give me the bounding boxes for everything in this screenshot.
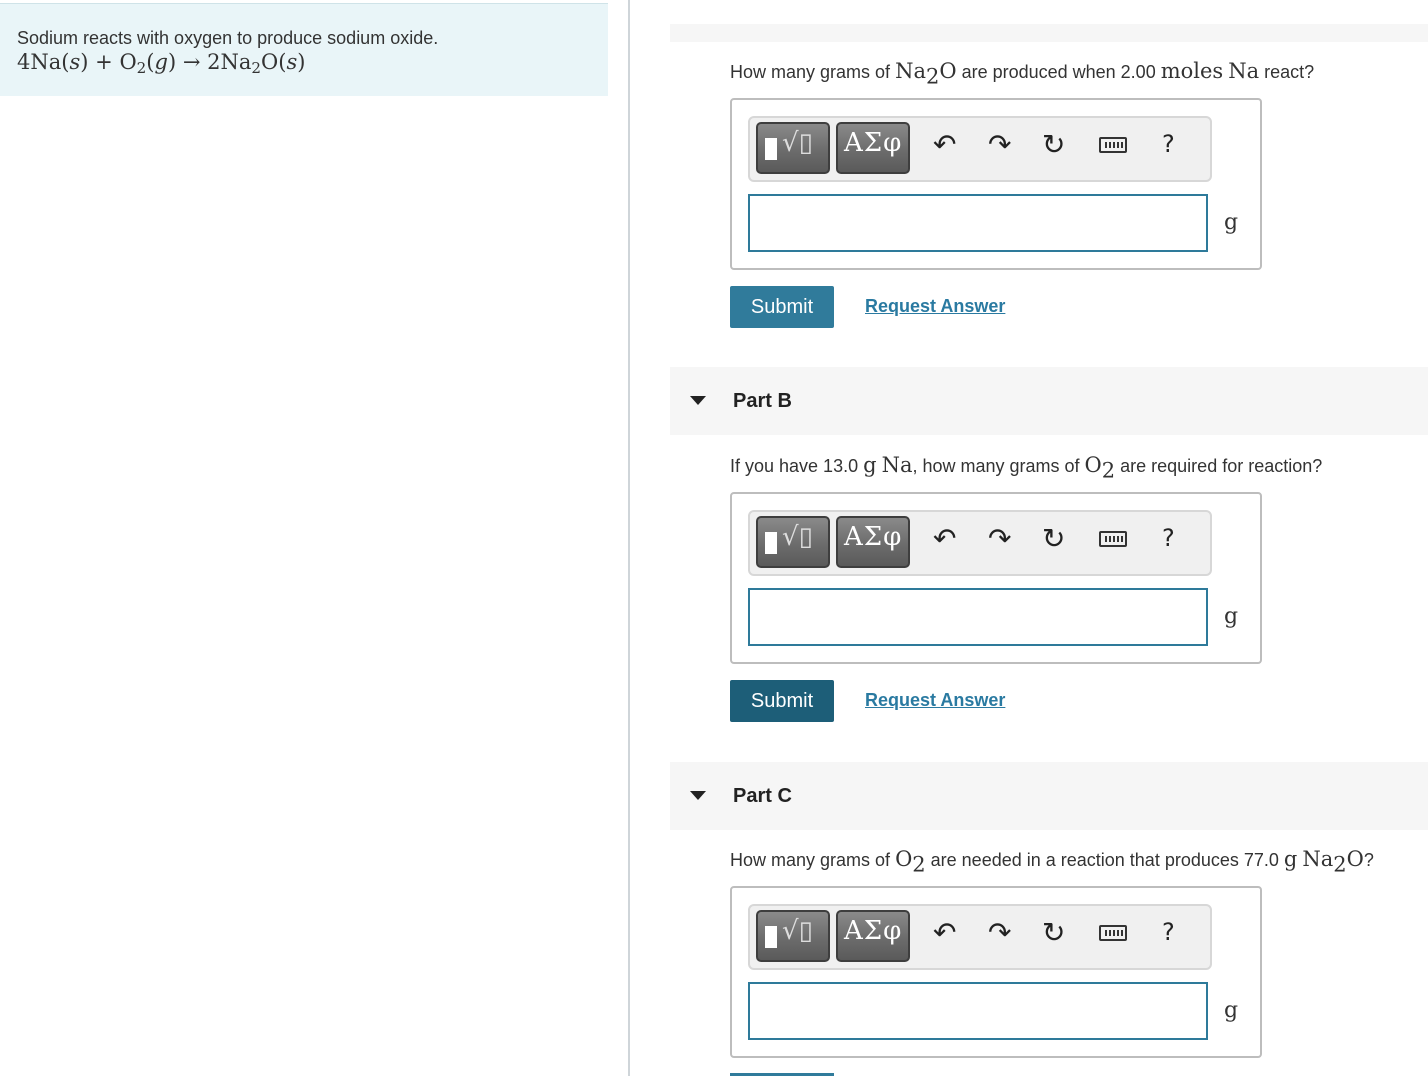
part-c-title: Part C: [733, 785, 792, 807]
template-square-icon: [765, 138, 777, 160]
problem-intro: Sodium reacts with oxygen to produce sod…: [0, 3, 608, 96]
collapse-triangle-icon[interactable]: [690, 791, 706, 800]
math-toolbar: √▯ ΑΣφ ↶ ↷ ↻ ?: [748, 116, 1212, 182]
part-b-unit: g: [1224, 604, 1239, 629]
templates-button[interactable]: √▯: [756, 516, 830, 568]
part-a-submit-button[interactable]: Submit: [730, 286, 834, 328]
part-a-answer-box: √▯ ΑΣφ ↶ ↷ ↻ ? g: [730, 98, 1262, 270]
part-b-title: Part B: [733, 390, 792, 412]
part-b-submit-button[interactable]: Submit: [730, 680, 834, 722]
math-toolbar: √▯ ΑΣφ ↶ ↷ ↻ ?: [748, 510, 1212, 576]
collapse-triangle-icon[interactable]: [690, 396, 706, 405]
greek-symbols-button[interactable]: ΑΣφ: [836, 516, 910, 568]
keyboard-icon[interactable]: [1099, 531, 1127, 547]
pane-divider: [628, 0, 630, 1076]
part-b-answer-input[interactable]: [748, 588, 1208, 646]
reaction-equation: 4Na(s) + O2(g) → 2Na2O(s): [17, 50, 306, 77]
part-a-request-answer-link[interactable]: Request Answer: [865, 296, 1005, 317]
greek-symbols-button[interactable]: ΑΣφ: [836, 122, 910, 174]
part-b-answer-box: √▯ ΑΣφ ↶ ↷ ↻ ? g: [730, 492, 1262, 664]
help-button[interactable]: ?: [1162, 918, 1175, 952]
redo-icon[interactable]: ↷: [988, 128, 1011, 162]
part-a-header-strip: [670, 24, 1428, 42]
help-button[interactable]: ?: [1162, 130, 1175, 164]
undo-icon[interactable]: ↶: [933, 128, 956, 162]
undo-icon[interactable]: ↶: [933, 522, 956, 556]
redo-icon[interactable]: ↷: [988, 916, 1011, 950]
intro-text: Sodium reacts with oxygen to produce sod…: [17, 28, 439, 48]
greek-symbols-button[interactable]: ΑΣφ: [836, 910, 910, 962]
keyboard-icon[interactable]: [1099, 137, 1127, 153]
part-a-unit: g: [1224, 210, 1239, 235]
templates-button[interactable]: √▯: [756, 910, 830, 962]
part-b-request-answer-link[interactable]: Request Answer: [865, 690, 1005, 711]
part-a-question: How many grams of Na2O are produced when…: [730, 59, 1315, 89]
part-b-question: If you have 13.0 g Na, how many grams of…: [730, 453, 1323, 483]
template-radical-icon: √▯: [782, 128, 813, 158]
part-c-question: How many grams of O2 are needed in a rea…: [730, 847, 1374, 877]
part-c-unit: g: [1224, 998, 1239, 1023]
reset-icon[interactable]: ↻: [1042, 916, 1065, 950]
reset-icon[interactable]: ↻: [1042, 522, 1065, 556]
part-c-answer-box: √▯ ΑΣφ ↶ ↷ ↻ ? g: [730, 886, 1262, 1058]
part-c-header[interactable]: Part C: [670, 762, 1428, 830]
redo-icon[interactable]: ↷: [988, 522, 1011, 556]
help-button[interactable]: ?: [1162, 524, 1175, 558]
template-radical-icon: √▯: [782, 916, 813, 946]
undo-icon[interactable]: ↶: [933, 916, 956, 950]
math-toolbar: √▯ ΑΣφ ↶ ↷ ↻ ?: [748, 904, 1212, 970]
templates-button[interactable]: √▯: [756, 122, 830, 174]
part-b-header[interactable]: Part B: [670, 367, 1428, 435]
part-a-answer-input[interactable]: [748, 194, 1208, 252]
keyboard-icon[interactable]: [1099, 925, 1127, 941]
part-c-answer-input[interactable]: [748, 982, 1208, 1040]
template-square-icon: [765, 532, 777, 554]
template-square-icon: [765, 926, 777, 948]
reset-icon[interactable]: ↻: [1042, 128, 1065, 162]
template-radical-icon: √▯: [782, 522, 813, 552]
